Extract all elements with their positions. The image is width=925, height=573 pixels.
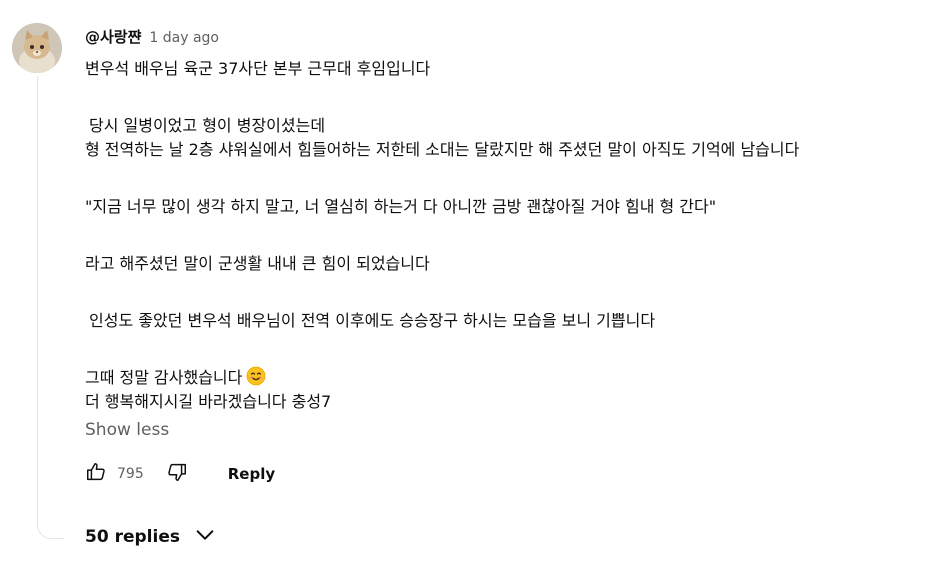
replies-count-label: 50 replies bbox=[85, 527, 180, 547]
show-less-button[interactable]: Show less bbox=[85, 420, 169, 440]
comment-line: "지금 너무 많이 생각 하지 말고, 너 열심히 하는거 다 아니깐 금방 괜… bbox=[85, 197, 717, 216]
comment-line: 변우석 배우님 육군 37사단 본부 근무대 후임입니다 bbox=[85, 59, 431, 78]
comment-line: 형 전역하는 날 2층 샤워실에서 힘들어하는 저한테 소대는 달랐지만 해 주… bbox=[85, 140, 800, 159]
comment-line: 당시 일병이었고 형이 병장이셨는데 bbox=[89, 116, 326, 135]
like-count: 795 bbox=[117, 466, 144, 482]
reply-button[interactable]: Reply bbox=[228, 465, 275, 483]
comment-body: 변우석 배우님 육군 37사단 본부 근무대 후임입니다 당시 일병이었고 형이… bbox=[85, 57, 915, 414]
comment-header: @사랑쨘 1 day ago bbox=[85, 26, 219, 48]
smiling-face-emoji bbox=[246, 366, 266, 393]
thumbs-down-icon bbox=[166, 461, 188, 487]
comment-line: 라고 해주셨던 말이 군생활 내내 큰 힘이 되었습니다 bbox=[85, 254, 430, 273]
cat-avatar-image bbox=[12, 23, 62, 73]
comment-timestamp[interactable]: 1 day ago bbox=[149, 30, 219, 46]
thread-line bbox=[37, 76, 64, 539]
comment-author[interactable]: @사랑쨘 bbox=[85, 26, 141, 47]
comment-line: 더 행복해지시길 바라겠습니다 충성7 bbox=[85, 392, 332, 411]
chevron-down-icon bbox=[194, 524, 216, 550]
comment-line: 인성도 좋았던 변우석 배우님이 전역 이후에도 승승장구 하시는 모습을 보니… bbox=[89, 311, 656, 330]
comment-line: 그때 정말 감사했습니다 bbox=[85, 368, 243, 387]
avatar[interactable] bbox=[12, 23, 62, 73]
comment-line-with-emoji: 그때 정말 감사했습니다 bbox=[85, 366, 915, 390]
comment-actions: 795 Reply bbox=[85, 460, 275, 488]
like-button[interactable] bbox=[85, 461, 107, 487]
thumbs-up-icon bbox=[85, 461, 107, 487]
replies-toggle[interactable]: 50 replies bbox=[85, 524, 216, 550]
dislike-button[interactable] bbox=[166, 461, 188, 487]
